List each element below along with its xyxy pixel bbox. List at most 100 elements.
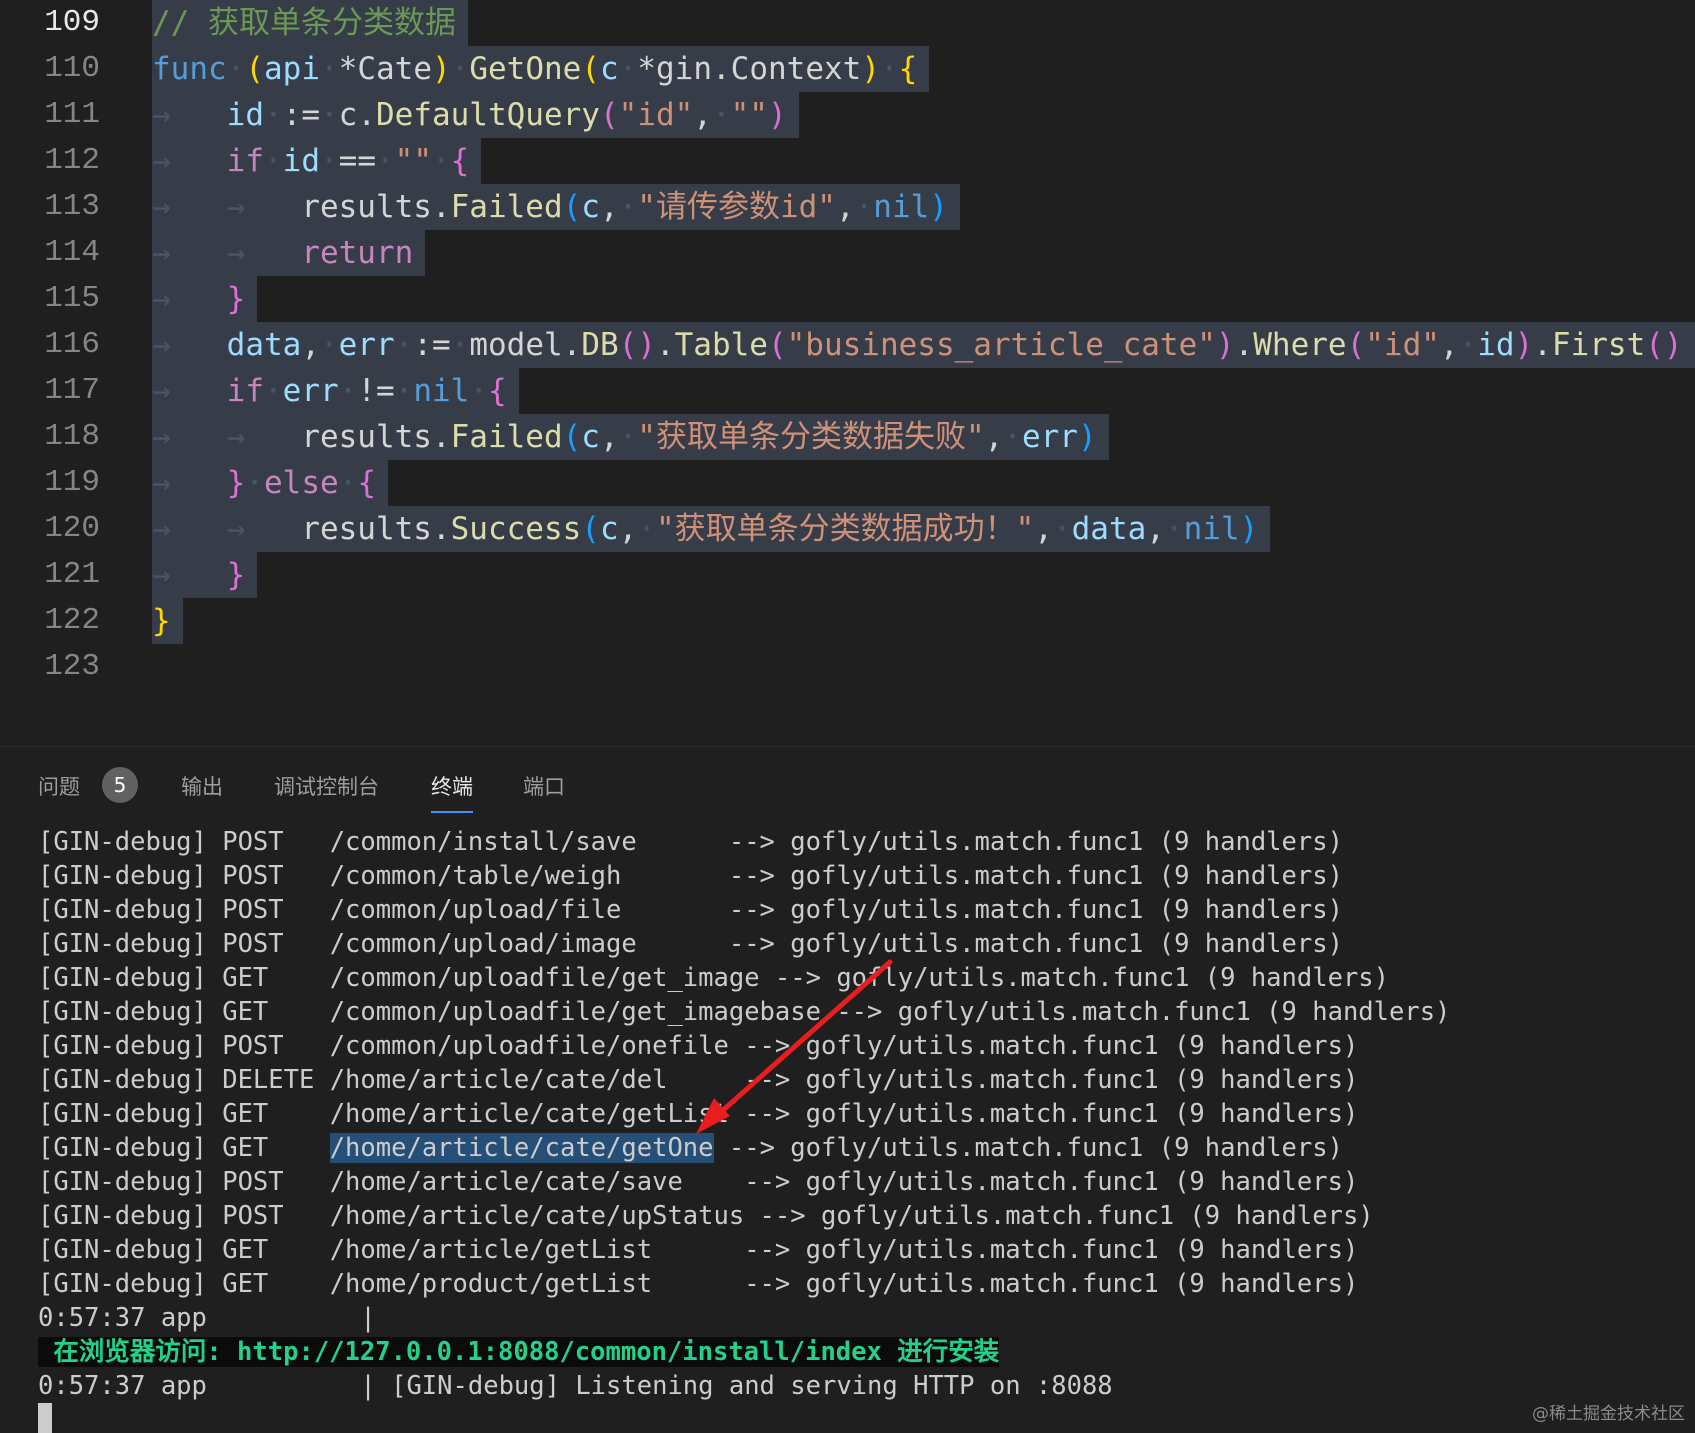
code-token: ) [1215, 327, 1235, 363]
code-line[interactable]: 114 → → return [0, 230, 1695, 276]
code-token: ( [562, 189, 582, 225]
terminal-text: --> gofly/utils.match.func1 (9 handlers) [713, 1133, 1343, 1163]
code-token: , [618, 511, 638, 547]
problems-count-badge: 5 [102, 767, 138, 803]
code-editor[interactable]: 109// 获取单条分类数据 110 func·(api·*Cate)·GetOne… [0, 0, 1695, 746]
code-token: DefaultQuery [375, 97, 600, 133]
code-token: () [618, 327, 656, 363]
code-token: . [1533, 327, 1552, 363]
code-token: nil [1183, 511, 1240, 547]
tab-output[interactable]: 输出 [181, 769, 223, 805]
code-token: err [338, 327, 395, 363]
code-token: · [338, 373, 358, 409]
code-token: · [431, 143, 451, 179]
code-line[interactable]: 111 → id·:=·c.DefaultQuery("id",·"") [0, 92, 1695, 138]
code-line[interactable]: 119 → }·else·{ [0, 460, 1695, 506]
code-token: · [394, 327, 414, 363]
code-text: → → results.Success(c,·"获取单条分类数据成功！",·da… [152, 506, 1271, 552]
line-number: 109 [44, 5, 100, 40]
code-line[interactable]: 112 → if·id·==·""·{ [0, 138, 1695, 184]
code-line[interactable]: 115 → } [0, 276, 1695, 322]
terminal-line: 0:57:37 app | [38, 1303, 376, 1333]
code-token: . [655, 327, 675, 363]
code-token: := [413, 327, 451, 363]
code-token: ) [1077, 419, 1097, 455]
code-token: · [226, 51, 246, 87]
code-token: First [1551, 327, 1646, 363]
code-line[interactable]: 113 → → results.Failed(c,·"请传参数id",·nil) [0, 184, 1695, 230]
code-token: → [152, 373, 227, 409]
code-token: c [599, 511, 619, 547]
code-line[interactable]: 118 → → results.Failed(c,·"获取单条分类数据失败",·e… [0, 414, 1695, 460]
code-text: → → results.Failed(c,·"请传参数id",·nil) [152, 184, 960, 230]
terminal-line: [GIN-debug] POST /common/install/save --… [38, 827, 1343, 857]
code-token: · [879, 51, 899, 87]
code-token: id [1477, 327, 1515, 363]
terminal-line: [GIN-debug] GET /home/article/cate/getOn… [38, 1131, 1343, 1165]
code-token: → → [152, 511, 302, 547]
code-line[interactable]: 120 → → results.Success(c,·"获取单条分类数据成功！",… [0, 506, 1695, 552]
line-number: 112 [44, 143, 100, 178]
code-line[interactable]: 109 // 获取单条分类数据 [0, 0, 1695, 46]
tab-debug-console[interactable]: 调试控制台 [274, 769, 379, 805]
tab-terminal[interactable]: 终端 [431, 769, 473, 813]
code-token: *Cate [338, 51, 432, 87]
code-token: } [226, 281, 246, 317]
tab-ports[interactable]: 端口 [523, 769, 565, 805]
code-line[interactable]: 122} [0, 598, 1695, 644]
line-number: 123 [44, 649, 100, 684]
code-token: Success [450, 511, 582, 547]
code-token: c. [338, 97, 376, 133]
terminal-text: [GIN-debug] GET [38, 1133, 330, 1163]
terminal-line: 在浏览器访问: http://127.0.0.1:8088/common/ins… [38, 1335, 1000, 1369]
code-text: → id·:=·c.DefaultQuery("id",·"") [152, 92, 799, 138]
code-token: "business_article_cate" [786, 327, 1216, 363]
code-token: == [338, 143, 376, 179]
code-token: ) [1514, 327, 1534, 363]
line-number: 113 [44, 189, 100, 224]
code-token: · [618, 51, 638, 87]
code-token: → [152, 281, 227, 317]
code-text: → } [152, 552, 258, 598]
code-token: "id" [1365, 327, 1440, 363]
code-token: // 获取单条分类数据 [152, 5, 456, 41]
code-token: c [581, 419, 600, 455]
code-token: · [1164, 511, 1184, 547]
terminal-line: [GIN-debug] GET /home/article/getList --… [38, 1235, 1359, 1265]
terminal-line: [GIN-debug] POST /common/uploadfile/onef… [38, 1031, 1359, 1061]
code-token: "" [730, 97, 768, 133]
code-token: · [245, 465, 264, 501]
code-token: { [450, 143, 470, 179]
code-token: Failed [450, 419, 563, 455]
code-token: nil [413, 373, 470, 409]
code-token: if [226, 373, 264, 409]
code-token: id [226, 97, 264, 133]
code-token: Where [1253, 327, 1347, 363]
code-token: · [711, 97, 731, 133]
code-token: ) [1239, 511, 1259, 547]
code-token: Table [674, 327, 768, 363]
code-line[interactable]: 110 func·(api·*Cate)·GetOne(c·*gin.Contex… [0, 46, 1695, 92]
terminal-output[interactable]: [GIN-debug] POST /common/install/save --… [38, 825, 1695, 1433]
code-line[interactable]: 121 → } [0, 552, 1695, 598]
code-token: *gin.Context [637, 51, 862, 87]
code-line[interactable]: 117 → if·err·!=·nil·{ [0, 368, 1695, 414]
code-token: ( [767, 327, 787, 363]
code-token: else [264, 465, 339, 501]
code-token: c [600, 51, 619, 87]
code-text: → } [152, 276, 258, 322]
code-line[interactable]: 123 [0, 644, 1695, 690]
line-number: 119 [44, 465, 100, 500]
code-text: → → return [152, 230, 426, 276]
code-line[interactable]: 116 → data,·err·:=·model.DB().Table("busi… [0, 322, 1695, 368]
code-token: api [264, 51, 320, 87]
code-token: DB [581, 327, 619, 363]
code-text: → if·id·==·""·{ [152, 138, 482, 184]
tab-problems[interactable]: 问题 [38, 769, 80, 805]
code-token: · [375, 143, 395, 179]
code-token: ( [581, 51, 600, 87]
code-token: c [581, 189, 600, 225]
code-token: · [1052, 511, 1072, 547]
terminal-line: [GIN-debug] DELETE /home/article/cate/de… [38, 1065, 1359, 1095]
terminal-line: [GIN-debug] POST /common/upload/file -->… [38, 895, 1343, 925]
